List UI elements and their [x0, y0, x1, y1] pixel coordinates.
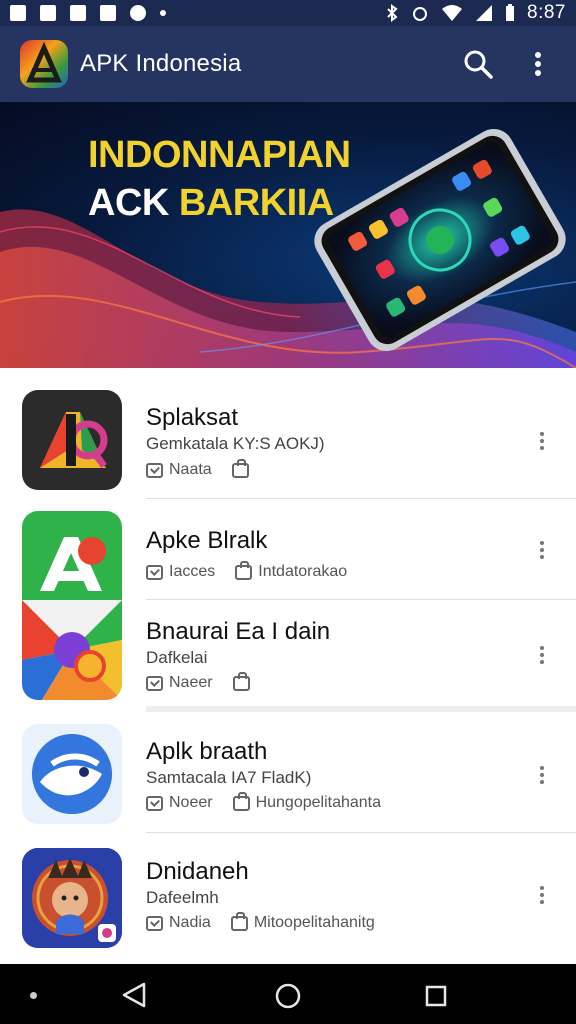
status-time: 8:87 [527, 2, 566, 23]
app-icon-bnaurai [22, 600, 122, 700]
home-button[interactable] [272, 980, 304, 1012]
overflow-menu-button[interactable] [518, 44, 558, 84]
app-icon-aplk-braath [22, 724, 122, 824]
app-icon-dnidaneh [22, 848, 122, 948]
item-more-button[interactable] [532, 760, 552, 790]
item-more-button[interactable] [532, 426, 552, 456]
app-logo [20, 40, 68, 88]
app-icon-splaksat [22, 390, 122, 490]
banner-headline-2: ACK BARKIIA [88, 182, 334, 225]
list-item[interactable]: Apke Blralk Iacces Intdatorakao [0, 499, 576, 611]
item-subtitle: Gemkatala KY:S AOKJ) [146, 434, 325, 453]
nav-dot-icon [30, 992, 37, 999]
bag-icon [230, 911, 248, 931]
bag-icon [232, 791, 250, 811]
item-meta-2: Intdatorakao [258, 563, 348, 580]
mail-notification-icon [70, 5, 86, 21]
list-divider [146, 832, 576, 833]
item-more-button[interactable] [532, 880, 552, 910]
bag-icon [235, 560, 253, 580]
bag-icon [232, 671, 250, 691]
battery-icon [506, 4, 515, 21]
app-list: Splaksat Gemkatala KY:S AOKJ) Naata Apke… [0, 368, 576, 964]
app-root: 8:87 APK Indonesia INDONNAPIAN ACK BARKI… [0, 0, 576, 1024]
item-title: Bnaurai Ea I dain [146, 618, 331, 645]
more-vert-icon [535, 52, 541, 76]
more-notifications-dot-icon [160, 10, 166, 16]
status-system: 8:87 [385, 2, 566, 24]
check-box-icon [146, 462, 163, 478]
item-meta: Nadia Mitoopelitahanitg [146, 911, 375, 932]
item-more-button[interactable] [532, 640, 552, 670]
alarm-icon [413, 7, 428, 21]
item-meta-1: Naata [169, 461, 212, 478]
item-subtitle: Dafkelai [146, 648, 208, 667]
bag-icon [231, 458, 249, 478]
item-meta-1: Iacces [169, 563, 216, 580]
item-subtitle: Samtacala IA7 FladK) [146, 768, 312, 787]
item-title: Dnidaneh [146, 858, 249, 885]
app-icon-apke-blralk [22, 511, 122, 611]
promo-banner[interactable]: INDONNAPIAN ACK BARKIIA [0, 102, 576, 368]
app-bar: APK Indonesia [0, 26, 576, 102]
item-meta-1: Nadia [169, 914, 211, 931]
item-title: Aplk braath [146, 738, 268, 765]
recents-button[interactable] [420, 980, 452, 1012]
item-more-button[interactable] [532, 535, 552, 565]
check-box-icon [146, 675, 163, 691]
list-item[interactable]: Dnidaneh Dafeelmh Nadia Mitoopelitahanit… [0, 840, 576, 964]
back-button[interactable] [116, 980, 152, 1010]
list-item[interactable]: Bnaurai Ea I dain Dafkelai Naeer [0, 600, 576, 706]
item-title: Splaksat [146, 404, 239, 431]
gallery-notification-icon [40, 5, 56, 21]
item-title: Apke Blralk [146, 527, 268, 554]
item-meta: Noeer Hungopelitahanta [146, 791, 382, 812]
search-icon [464, 50, 493, 79]
check-box-icon [146, 915, 163, 931]
status-bar: 8:87 [0, 0, 576, 26]
list-item[interactable]: Aplk braath Samtacala IA7 FladK) Noeer H… [0, 712, 576, 832]
signal-icon [476, 5, 493, 21]
notification-icon [10, 5, 26, 21]
item-meta: Naeer [146, 671, 256, 692]
app-title: APK Indonesia [80, 50, 242, 77]
back-triangle-icon [122, 982, 146, 1008]
banner-headline-2-yellow: BARKIIA [178, 182, 334, 224]
item-meta-2: Hungopelitahanta [255, 794, 382, 811]
wifi-icon [442, 5, 463, 21]
bluetooth-icon [387, 4, 398, 22]
system-nav-bar [0, 964, 576, 1024]
item-meta: Naata [146, 458, 255, 479]
check-box-icon [146, 795, 163, 811]
search-button[interactable] [458, 44, 498, 84]
item-subtitle: Dafeelmh [146, 888, 219, 907]
check-box-icon [146, 564, 163, 580]
app-notification-icon [130, 5, 146, 21]
banner-headline-2-white: ACK [88, 182, 169, 224]
banner-headline-1: INDONNAPIAN [88, 134, 351, 176]
item-meta-2: Mitoopelitahanitg [253, 914, 375, 931]
image-notification-icon [100, 5, 116, 21]
item-meta: Iacces Intdatorakao [146, 560, 348, 581]
item-meta-1: Noeer [169, 794, 213, 811]
list-item[interactable]: Splaksat Gemkatala KY:S AOKJ) Naata [0, 368, 576, 498]
item-meta-1: Naeer [169, 674, 213, 691]
recents-square-icon [425, 985, 447, 1007]
home-circle-icon [275, 983, 301, 1009]
status-notifications [10, 5, 166, 21]
